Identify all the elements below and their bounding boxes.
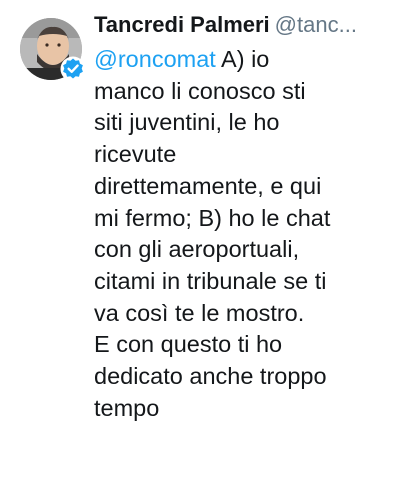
verified-check-icon	[60, 56, 86, 82]
tweet-text-fragment: A) io	[215, 46, 270, 72]
tweet-text-line: mi fermo; B) ho le chat	[94, 204, 331, 231]
tweet-text-line: manco li conosco sti	[94, 77, 306, 104]
tweet-text-line: @roncomat A) io	[94, 44, 394, 76]
tweet-text-line: ricevute	[94, 141, 177, 168]
tweet-text-line: E con questo ti ho	[94, 331, 283, 358]
tweet-header: Tancredi Palmeri @tanc...	[94, 8, 394, 42]
tweet-text-line: tempo	[94, 394, 160, 421]
tweet-text-line: con gli aeroportuali,	[94, 236, 300, 263]
author-handle[interactable]: @tanc...	[275, 12, 357, 37]
mention-link[interactable]: @roncomat	[94, 46, 216, 72]
author-name[interactable]: Tancredi Palmeri	[94, 12, 270, 37]
tweet-text-line: citami in tribunale se ti	[94, 267, 327, 294]
tweet-text: @roncomat A) io manco li conosco sti sit…	[94, 44, 394, 424]
tweet-card: Tancredi Palmeri @tanc... @roncomat A) io…	[0, 0, 407, 480]
tweet-text-line: dedicato anche troppo	[94, 363, 327, 390]
tweet-text-line: va così te le mostro.	[94, 299, 305, 326]
tweet-text-line: direttemamente, e qui	[94, 172, 322, 199]
tweet-text-line: siti juventini, le ho	[94, 109, 280, 136]
